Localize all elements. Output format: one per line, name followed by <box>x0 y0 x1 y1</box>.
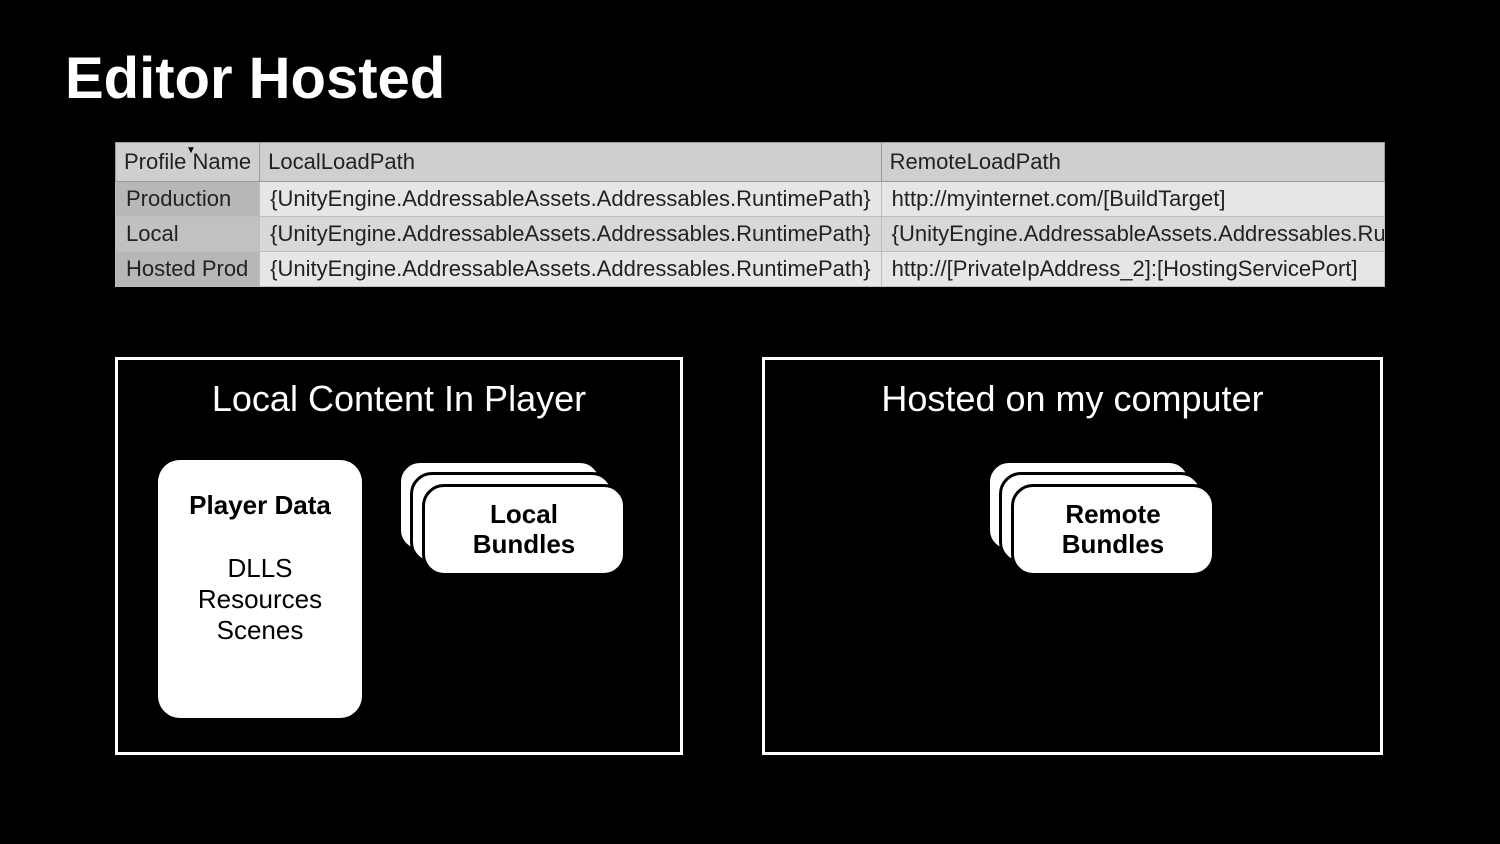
cell-local-path: {UnityEngine.AddressableAssets.Addressab… <box>260 182 881 217</box>
player-data-card: Player Data DLLS Resources Scenes <box>158 460 362 718</box>
cell-local-path: {UnityEngine.AddressableAssets.Addressab… <box>260 252 881 287</box>
cell-remote-path: http://myinternet.com/[BuildTarget] <box>881 182 1384 217</box>
cell-profile-name: Local <box>116 217 260 252</box>
table-row[interactable]: Hosted Prod {UnityEngine.AddressableAsse… <box>116 252 1385 287</box>
cell-profile-name: Production <box>116 182 260 217</box>
remote-bundles-stack: Remote Bundles <box>987 460 1191 576</box>
col-header-local-path[interactable]: LocalLoadPath <box>260 143 881 182</box>
local-bundles-stack: Local Bundles <box>398 460 602 576</box>
player-data-lines: DLLS Resources Scenes <box>158 553 362 647</box>
player-data-title: Player Data <box>158 490 362 521</box>
col-header-profile-name[interactable]: ▼ Profile Name <box>116 143 260 182</box>
cell-profile-name: Hosted Prod <box>116 252 260 287</box>
table-header-row: ▼ Profile Name LocalLoadPath RemoteLoadP… <box>116 143 1385 182</box>
cell-remote-path: {UnityEngine.AddressableAssets.Addressab… <box>881 217 1384 252</box>
cell-local-path: {UnityEngine.AddressableAssets.Addressab… <box>260 217 881 252</box>
sort-indicator-icon: ▼ <box>186 145 196 156</box>
cell-remote-path: http://[PrivateIpAddress_2]:[HostingServ… <box>881 252 1384 287</box>
hosted-panel-title: Hosted on my computer <box>765 378 1380 420</box>
local-content-panel: Local Content In Player Player Data DLLS… <box>115 357 683 755</box>
table-row[interactable]: Local {UnityEngine.AddressableAssets.Add… <box>116 217 1385 252</box>
local-bundles-card: Local Bundles <box>422 484 626 576</box>
hosted-content-panel: Hosted on my computer Remote Bundles <box>762 357 1383 755</box>
col-header-remote-path[interactable]: RemoteLoadPath <box>881 143 1384 182</box>
local-panel-title: Local Content In Player <box>118 378 680 420</box>
remote-bundles-card: Remote Bundles <box>1011 484 1215 576</box>
page-title: Editor Hosted <box>65 45 445 112</box>
table-row[interactable]: Production {UnityEngine.AddressableAsset… <box>116 182 1385 217</box>
profiles-table: ▼ Profile Name LocalLoadPath RemoteLoadP… <box>115 142 1385 287</box>
